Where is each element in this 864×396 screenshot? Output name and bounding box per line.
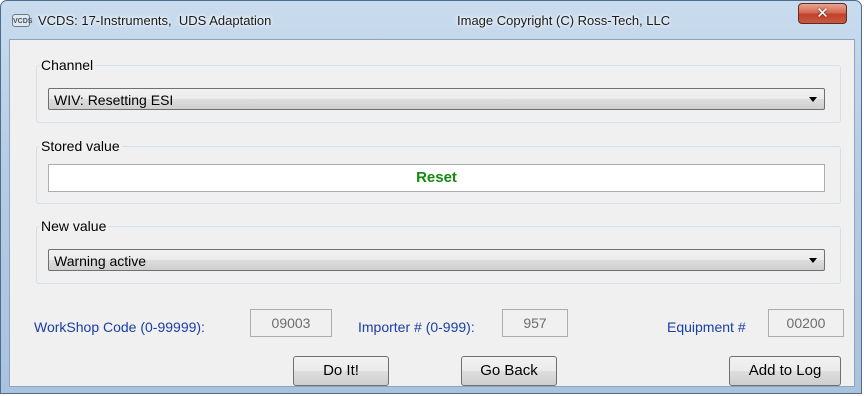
workshop-code-field: 09003 xyxy=(250,309,332,337)
vcds-app-icon[interactable]: VCDS xyxy=(12,14,32,27)
importer-field: 957 xyxy=(502,309,568,337)
title-bar[interactable]: VCDS VCDS: 17-Instruments, UDS Adaptatio… xyxy=(1,1,863,39)
do-it-button[interactable]: Do It! xyxy=(293,356,389,386)
copyright-text: Image Copyright (C) Ross-Tech, LLC xyxy=(457,13,671,28)
adaptation-window: VCDS VCDS: 17-Instruments, UDS Adaptatio… xyxy=(0,0,862,394)
go-back-button[interactable]: Go Back xyxy=(461,356,557,386)
equipment-label: Equipment # xyxy=(667,319,746,335)
dialog-body: Channel WIV: Resetting ESI Stored value … xyxy=(9,39,855,387)
stored-value-label: Stored value xyxy=(41,138,120,154)
window-title: VCDS: 17-Instruments, UDS Adaptation xyxy=(38,13,272,28)
new-value-value: Warning active xyxy=(54,253,147,269)
importer-label: Importer # (0-999): xyxy=(358,319,475,335)
equipment-field: 00200 xyxy=(768,309,844,337)
chevron-down-icon xyxy=(809,258,817,263)
close-icon: ✕ xyxy=(816,4,829,22)
channel-select[interactable]: WIV: Resetting ESI xyxy=(48,88,825,110)
chevron-down-icon xyxy=(809,97,817,102)
add-to-log-button[interactable]: Add to Log xyxy=(729,356,841,386)
stored-value-text: Reset xyxy=(416,169,457,186)
channel-value: WIV: Resetting ESI xyxy=(54,92,174,108)
stored-value-display: Reset xyxy=(48,164,825,192)
channel-label: Channel xyxy=(41,57,94,73)
new-value-select[interactable]: Warning active xyxy=(48,249,825,271)
new-value-label: New value xyxy=(41,218,107,234)
close-button[interactable]: ✕ xyxy=(798,3,847,24)
workshop-code-label: WorkShop Code (0-99999): xyxy=(34,319,205,335)
